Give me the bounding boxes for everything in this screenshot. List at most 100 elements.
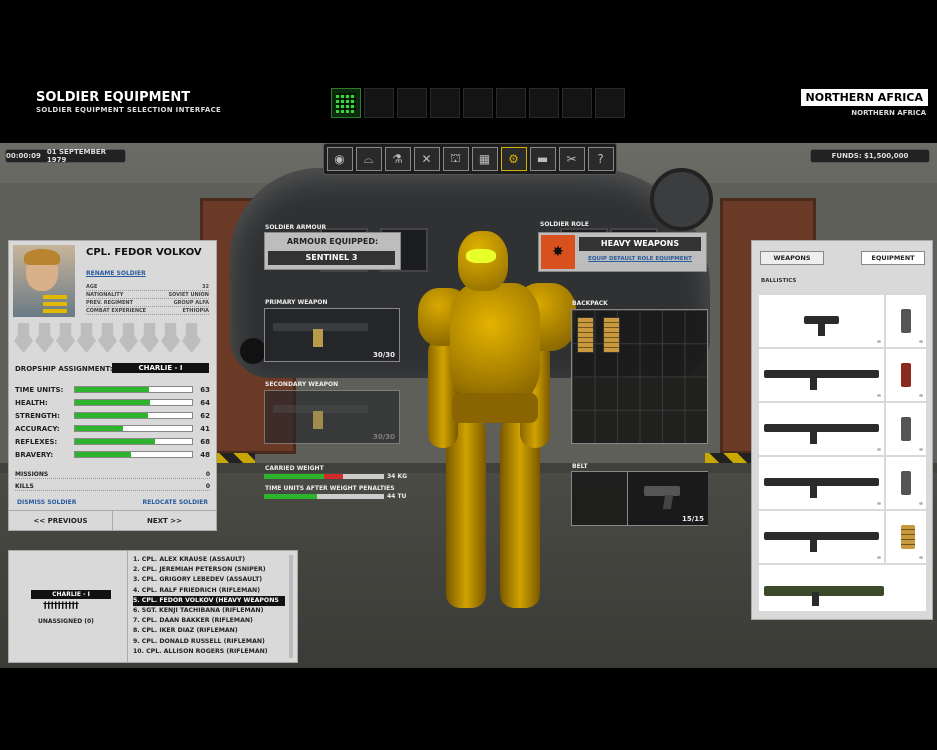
roster-item[interactable]: 1. CPL. ALEX KRAUSE (ASSAULT) (133, 555, 285, 565)
roster-item[interactable]: 9. CPL. DONALD RUSSELL (RIFLEMAN) (133, 637, 285, 647)
list-item[interactable] (759, 565, 926, 611)
stat-bar-fill (75, 387, 149, 392)
armour-label: SOLDIER ARMOUR (265, 224, 327, 231)
medal-slots (14, 323, 201, 353)
roster-item[interactable]: 7. CPL. DAAN BAKKER (RIFLEMAN) (133, 616, 285, 626)
page-subtitle: SOLDIER EQUIPMENT SELECTION INTERFACE (36, 106, 222, 114)
info-row: AGE 32 (86, 284, 209, 291)
category-label: BALLISTICS (761, 278, 797, 284)
funds-display: FUNDS: $1,500,000 (810, 149, 930, 163)
lab-icon[interactable]: ⚗ (384, 147, 411, 171)
belt-slot[interactable]: 15/15 (627, 472, 708, 525)
rifle-magazine-icon (901, 417, 911, 441)
globe-icon[interactable]: ◉ (326, 147, 353, 171)
medal-icon (56, 323, 75, 353)
dropship-label: DROPSHIP ASSIGNMENT: (15, 365, 113, 373)
stat-bar-fill (75, 400, 151, 405)
heavy-weapons-icon: ✸ (541, 235, 575, 269)
list-item[interactable]: ∞ ∞ (759, 511, 926, 563)
workshop-icon[interactable]: ✕ (413, 147, 440, 171)
base-slot[interactable] (496, 88, 526, 118)
stat-bar-fill (75, 413, 148, 418)
list-item[interactable]: ∞ ∞ (759, 295, 926, 347)
page-title: SOLDIER EQUIPMENT (36, 90, 191, 105)
list-item[interactable]: ∞ ∞ (759, 403, 926, 455)
time-display: 00:00:09 01 SEPTEMBER 1979 (5, 148, 126, 164)
medal-icon (161, 323, 180, 353)
roster-item-selected[interactable]: 5. CPL. FEDOR VOLKOV (HEAVY WEAPONS (133, 595, 285, 606)
tu-penalty-fill (264, 494, 317, 499)
hazard-stripe (215, 453, 255, 463)
role-box[interactable]: ✸ HEAVY WEAPONS EQUIP DEFAULT ROLE EQUIP… (538, 232, 707, 272)
roster-item[interactable]: 10. CPL. ALLISON ROGERS (RIFLEMAN) (133, 647, 285, 657)
base-slot[interactable] (463, 88, 493, 118)
medal-icon (98, 323, 117, 353)
dismiss-soldier-link[interactable]: DISMISS SOLDIER (17, 499, 76, 506)
stat-bar-fill (75, 452, 132, 457)
machine-gun-icon (764, 532, 879, 552)
base-slot[interactable] (397, 88, 427, 118)
soldier-name: CPL. FEDOR VOLKOV (86, 247, 202, 258)
pistol-magazine-icon (901, 309, 911, 333)
secondary-weapon-slot[interactable]: 30/30 (264, 390, 400, 444)
base-slot[interactable] (331, 88, 361, 118)
squad-members-icon: †††††††††† (43, 601, 79, 611)
backpack-grid[interactable] (571, 309, 708, 444)
stat-accuracy: ACCURACY: 41 (15, 424, 211, 433)
equipment-icon[interactable]: ⚙ (500, 147, 527, 171)
region-title: NORTHERN AFRICA (800, 89, 928, 106)
base-icon[interactable]: ⛫ (442, 147, 469, 171)
medal-icon (14, 323, 33, 353)
belt-ammo: 15/15 (681, 515, 704, 523)
primary-weapon-slot[interactable]: 30/30 (264, 308, 400, 362)
role-label: SOLDIER ROLE (540, 221, 589, 228)
medal-icon (119, 323, 138, 353)
game-time: 00:00:09 (6, 152, 41, 160)
ammo-belt-icon[interactable] (577, 317, 594, 353)
roster-item[interactable]: 3. CPL. GRIGORY LEBEDEV (ASSAULT) (133, 575, 285, 585)
pistol-icon (804, 316, 839, 336)
sniper-magazine-icon (901, 471, 911, 495)
unassigned-count: UNASSIGNED (0) (38, 618, 94, 625)
base-slot[interactable] (595, 88, 625, 118)
previous-button[interactable]: << PREVIOUS (9, 511, 113, 531)
ammo-belt-icon[interactable] (603, 317, 620, 353)
sniper-rifle-icon (764, 478, 879, 498)
kills-count: KILLS 0 (15, 483, 210, 491)
base-slot[interactable] (430, 88, 460, 118)
base-slot[interactable] (562, 88, 592, 118)
tu-penalty-bar (264, 494, 384, 499)
roster-item[interactable]: 6. SGT. KENJI TACHIBANA (RIFLEMAN) (133, 606, 285, 616)
armour-box[interactable]: ARMOUR EQUIPPED: SENTINEL 3 (264, 232, 401, 270)
belt-label: BELT (572, 463, 588, 470)
base-slot[interactable] (364, 88, 394, 118)
overweight-fill (324, 474, 344, 479)
tab-equipment[interactable]: EQUIPMENT (861, 251, 925, 265)
list-item[interactable]: ∞ ∞ (759, 457, 926, 509)
stores-icon[interactable]: ▦ (471, 147, 498, 171)
main-toolbar: ◉ ⌓ ⚗ ✕ ⛫ ▦ ⚙ ▬ ✂ ? (323, 143, 617, 175)
dropship-assignment-select[interactable]: CHARLIE - I (112, 363, 209, 373)
info-row: NATIONALITY SOVIET UNION (86, 292, 209, 299)
roster-item[interactable]: 4. CPL. RALF FRIEDRICH (RIFLEMAN) (133, 586, 285, 596)
roster-item[interactable]: 2. CPL. JEREMIAH PETERSON (SNIPER) (133, 565, 285, 575)
hangar-icon[interactable]: ⌓ (355, 147, 382, 171)
next-button[interactable]: NEXT >> (113, 511, 216, 531)
help-icon[interactable]: ? (587, 147, 614, 171)
base-slot[interactable] (529, 88, 559, 118)
roster-item[interactable]: 8. CPL. IKER DIAZ (RIFLEMAN) (133, 626, 285, 636)
list-item[interactable]: ∞ ∞ (759, 349, 926, 401)
rename-soldier-link[interactable]: RENAME SOLDIER (86, 270, 146, 277)
equip-default-role-link[interactable]: EQUIP DEFAULT ROLE EQUIPMENT (579, 256, 701, 262)
belt-slots[interactable]: 15/15 (571, 471, 708, 526)
stat-reflexes: REFLEXES: 68 (15, 437, 211, 446)
rocket-launcher-icon (764, 586, 884, 606)
medal-icon (77, 323, 96, 353)
vehicle-icon[interactable]: ▬ (529, 147, 556, 171)
personnel-icon[interactable]: ✂ (558, 147, 585, 171)
relocate-soldier-link[interactable]: RELOCATE SOLDIER (143, 499, 208, 506)
tab-weapons[interactable]: WEAPONS (760, 251, 824, 265)
visor (466, 249, 496, 263)
dropship-wheel (240, 338, 266, 364)
roster-scrollbar[interactable] (289, 555, 293, 658)
